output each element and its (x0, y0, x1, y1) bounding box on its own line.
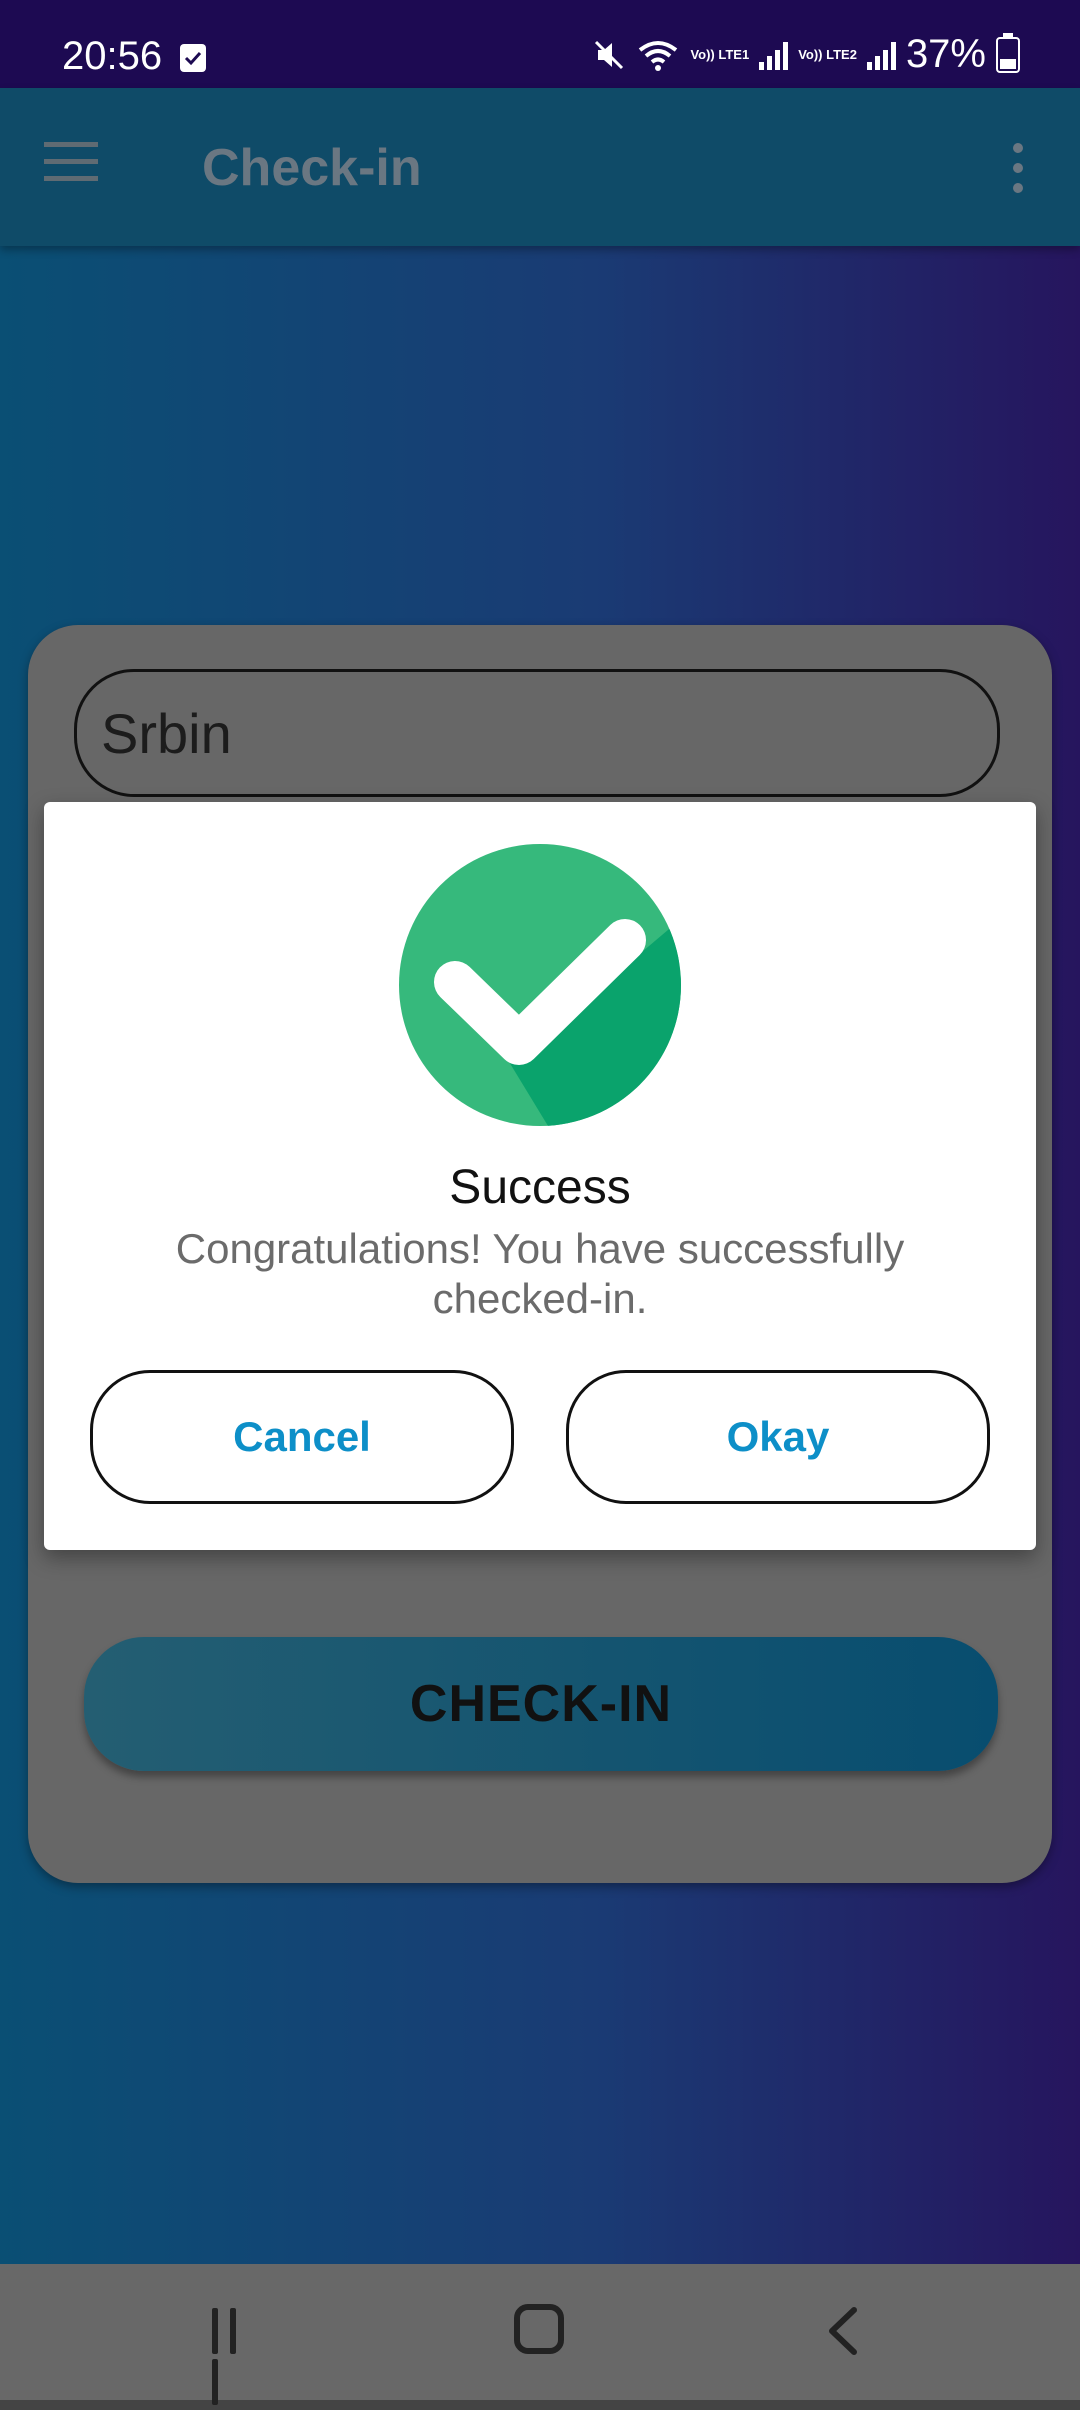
back-icon[interactable] (820, 2304, 870, 2358)
recents-icon[interactable] (212, 2308, 260, 2405)
cancel-button[interactable]: Cancel (90, 1370, 514, 1504)
okay-button[interactable]: Okay (566, 1370, 990, 1504)
success-check-icon (399, 844, 681, 1126)
home-icon[interactable] (514, 2304, 564, 2354)
success-dialog: Success Congratulations! You have succes… (44, 802, 1036, 1550)
dialog-title: Success (449, 1161, 631, 1214)
system-nav-bar (0, 2264, 1080, 2405)
dialog-message: Congratulations! You have successfully c… (175, 1225, 905, 1322)
